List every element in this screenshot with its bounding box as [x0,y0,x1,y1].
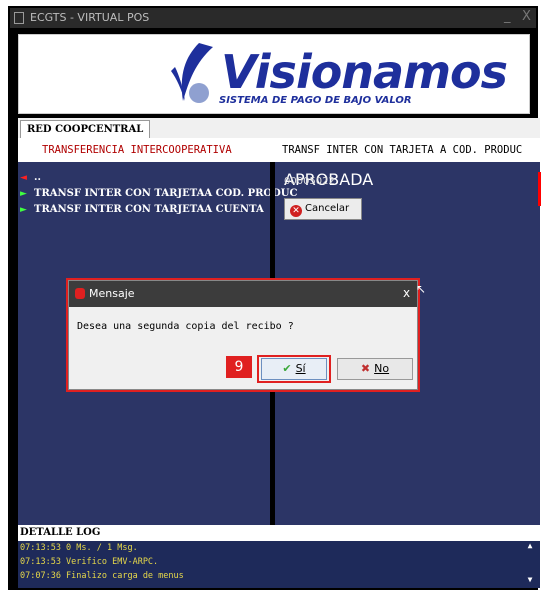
cancel-button[interactable]: ✕ Cancelar [284,198,362,220]
tab-strip: RED COOPCENTRAL [18,118,540,139]
cancel-icon: ✕ [290,205,302,217]
left-column-header: TRANSFERENCIA INTERCOOPERATIVA [42,144,232,156]
brand-tagline: SISTEMA DE PAGO DE BAJO VALOR [219,95,412,106]
app-icon [14,12,24,24]
brand-logo-icon [171,43,213,103]
stop-icon [75,288,85,299]
back-arrow-icon: ◄ [20,173,27,183]
cancel-label: Cancelar [305,203,350,214]
go-arrow-icon: ► [20,189,27,199]
title-bar: ECGTS - VIRTUAL POS _ X [10,8,536,28]
scroll-down-icon[interactable]: ▼ [525,575,535,584]
log-line: 07:07:36 Finalizo carga de menus [20,571,184,581]
tab-red-coopcentral[interactable]: RED COOPCENTRAL [20,120,151,139]
brand-banner: Visionamos SISTEMA DE PAGO DE BAJO VALOR [18,34,530,114]
menu-back-label: .. [34,172,41,183]
dialog-title-bar[interactable]: Mensaje x [69,281,417,307]
dialog-title: Mensaje [89,287,135,300]
window-title: ECGTS - VIRTUAL POS [30,11,150,24]
column-headers: TRANSFERENCIA INTERCOOPERATIVA TRANSF IN… [18,138,540,162]
mouse-cursor-icon: ↖ [416,282,427,296]
red-edge-marker [538,172,541,206]
no-button[interactable]: ✖ No [337,358,413,380]
log-header: DETALLE LOG [18,525,540,541]
menu-item-label: TRANSF INTER CON TARJETAA CUENTA [34,204,264,215]
menu-item-transf-cuenta[interactable]: ► TRANSF INTER CON TARJETAA CUENTA [18,202,270,218]
close-button[interactable]: X [522,9,531,24]
menu-item-transf-cod-producto[interactable]: ► TRANSF INTER CON TARJETAA COD. PRODUC [18,186,297,202]
approval-code: 00005022 [284,176,335,187]
yes-label: Sí [295,362,306,375]
log-line: 07:13:53 Verifico EMV-ARPC. [20,557,159,567]
transaction-menu: ◄ .. ► TRANSF INTER CON TARJETAA COD. PR… [18,170,297,218]
go-arrow-icon: ► [20,205,27,215]
brand-name: Visionamos [221,45,508,99]
right-column-header: TRANSF INTER CON TARJETA A COD. PRODUC [282,144,523,156]
dialog-message: Desea una segunda copia del recibo ? [77,321,294,332]
yes-button[interactable]: ✔ Sí [261,358,327,380]
x-icon: ✖ [360,362,371,375]
no-label: No [374,362,390,375]
step-badge: 9 [226,356,252,378]
log-scrollbar[interactable]: ▲ ▼ [524,541,536,588]
log-panel: 07:13:53 0 Ms. / 1 Msg. 07:13:53 Verific… [18,541,540,588]
menu-item-label: TRANSF INTER CON TARJETAA COD. PRODUC [34,188,298,199]
log-line: 07:13:53 0 Ms. / 1 Msg. [20,543,138,553]
check-icon: ✔ [282,362,292,375]
scroll-up-icon[interactable]: ▲ [525,541,535,550]
dialog-close-button[interactable]: x [403,286,410,300]
minimize-button[interactable]: _ [504,9,511,24]
menu-item-back[interactable]: ◄ .. [18,170,270,186]
